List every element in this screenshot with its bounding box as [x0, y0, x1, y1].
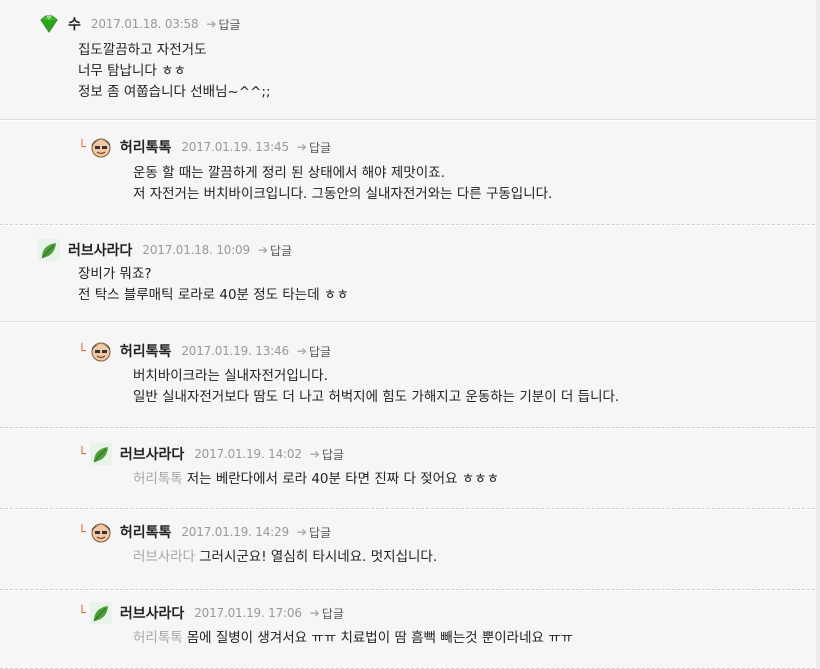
comment-list: 수 2017.01.18. 03:58 ➔ 답글 집도깔끔하고 자전거도 너무 탐…: [0, 0, 820, 669]
comment-author[interactable]: 러브사라다: [120, 444, 184, 464]
comment-body: 버치바이크라는 실내자전거입니다. 일반 실내자전거보다 땀도 더 나고 허벅지…: [133, 366, 619, 408]
gem-avatar-icon: [40, 15, 58, 33]
comment-text: 버치바이크라는 실내자전거입니다.: [133, 368, 328, 384]
comment-text: 전 탁스 블루매틱 로라로 40분 정도 타는데 ㅎㅎ: [78, 287, 349, 303]
reply-button[interactable]: ➔ 답글: [206, 16, 240, 33]
comment-body: 집도깔끔하고 자전거도 너무 탐납니다 ㅎㅎ 정보 좀 여쭙습니다 선배님~^^…: [78, 40, 271, 103]
reply-label: 답글: [308, 525, 332, 540]
arrow-icon: ➔: [296, 525, 307, 539]
mention-link[interactable]: 허리톡톡: [133, 471, 183, 487]
leaf-avatar-icon: [89, 602, 112, 624]
comment-timestamp: 2017.01.19. 14:29: [181, 525, 289, 539]
arrow-icon: ➔: [257, 243, 268, 257]
comment-body: 허리톡톡 저는 베란다에서 로라 40분 타면 진짜 다 젖어요 ㅎㅎㅎ: [133, 469, 499, 490]
comment-text: 허리톡톡 저는 베란다에서 로라 40분 타면 진짜 다 젖어요 ㅎㅎㅎ: [133, 469, 499, 490]
reply-label: 답글: [321, 447, 344, 462]
arrow-icon: ➔: [206, 17, 217, 31]
reply-label: 답글: [270, 243, 293, 258]
comment-text: 저 자전거는 버치바이크입니다. 그동안의 실내자전거와는 다른 구동입니다.: [133, 186, 553, 202]
reply-item: └ 허리톡톡 2017.01.19. 14:29 ➔ 답글 러브사라다 그러시군요!…: [0, 510, 820, 590]
mention-link[interactable]: 러브사라다: [133, 549, 195, 565]
comment-item: 수 2017.01.18. 03:58 ➔ 답글 집도깔끔하고 자전거도 너무 탐…: [0, 0, 820, 120]
reply-corner-icon: └: [78, 524, 86, 540]
reply-item: └ 러브사라다 2017.01.19. 17:06 ➔ 답글 허리톡톡 몸에 질병이…: [0, 591, 820, 669]
comment-text: 일반 실내자전거보다 땀도 더 나고 허벅지에 힘도 가해지고 운동하는 기분이…: [133, 389, 620, 405]
reply-label: 답글: [308, 140, 332, 155]
comment-author[interactable]: 러브사라다: [120, 603, 184, 623]
comment-text: 러브사라다 그러시군요! 열심히 타시네요. 멋지십니다.: [133, 547, 437, 568]
arrow-icon: ➔: [296, 140, 307, 154]
reply-corner-icon: └: [78, 605, 86, 621]
comment-timestamp: 2017.01.19. 13:45: [181, 140, 289, 154]
comment-body: 장비가 뭐죠? 전 탁스 블루매틱 로라로 40분 정도 타는데 ㅎㅎ: [78, 264, 349, 306]
mention-link[interactable]: 허리톡톡: [133, 630, 183, 646]
comment-text-content: 그러시군요! 열심히 타시네요. 멋지십니다.: [199, 549, 438, 565]
comment-text: 장비가 뭐죠?: [78, 266, 152, 282]
comment-text: 정보 좀 여쭙습니다 선배님~^^;;: [78, 84, 271, 100]
reply-item: └ 러브사라다 2017.01.19. 14:02 ➔ 답글 허리톡톡 저는 베란다…: [0, 429, 820, 509]
scrollbar[interactable]: [816, 0, 820, 669]
reply-item: └ 허리톡톡 2017.01.19. 13:45 ➔ 답글 운동 할 때는 깔끔하…: [0, 121, 820, 225]
face-avatar-icon: [91, 342, 111, 362]
comment-timestamp: 2017.01.18. 10:09: [142, 243, 250, 257]
arrow-icon: ➔: [309, 447, 320, 461]
reply-button[interactable]: ➔ 답글: [297, 524, 331, 541]
reply-button[interactable]: ➔ 답글: [297, 343, 331, 360]
comment-text: 너무 탐납니다 ㅎㅎ: [78, 63, 186, 79]
reply-button[interactable]: ➔ 답글: [258, 242, 292, 259]
comment-timestamp: 2017.01.19. 17:06: [194, 606, 302, 620]
reply-label: 답글: [218, 17, 241, 32]
face-avatar-icon: [91, 523, 111, 543]
reply-corner-icon: └: [78, 446, 86, 462]
comment-timestamp: 2017.01.18. 03:58: [90, 17, 199, 31]
arrow-icon: ➔: [296, 344, 307, 358]
comment-body: 운동 할 때는 깔끔하게 정리 된 상태에서 해야 제맛이죠. 저 자전거는 버…: [133, 163, 552, 205]
comment-text-content: 저는 베란다에서 로라 40분 타면 진짜 다 젖어요 ㅎㅎㅎ: [186, 471, 500, 487]
reply-item: └ 허리톡톡 2017.01.19. 13:46 ➔ 답글 버치바이크라는 실내자…: [0, 323, 820, 428]
reply-label: 답글: [308, 344, 332, 359]
comment-body: 러브사라다 그러시군요! 열심히 타시네요. 멋지십니다.: [133, 547, 437, 568]
comment-timestamp: 2017.01.19. 14:02: [194, 447, 302, 461]
comment-body: 허리톡톡 몸에 질병이 생겨서요 ㅠㅠ 치료법이 땀 흠뻑 빼는것 뿐이라네요 ㅠ…: [133, 628, 573, 649]
face-avatar-icon: [91, 138, 111, 158]
reply-corner-icon: └: [78, 343, 86, 359]
comment-author[interactable]: 허리톡톡: [120, 137, 172, 157]
reply-button[interactable]: ➔ 답글: [310, 605, 344, 622]
leaf-avatar-icon: [89, 443, 112, 465]
reply-button[interactable]: ➔ 답글: [297, 139, 331, 156]
comment-text: 운동 할 때는 깔끔하게 정리 된 상태에서 해야 제맛이죠.: [133, 165, 445, 181]
comment-author[interactable]: 허리톡톡: [120, 341, 172, 361]
reply-corner-icon: └: [78, 139, 86, 155]
leaf-avatar-icon: [38, 239, 60, 261]
comment-item: 러브사라다 2017.01.18. 10:09 ➔ 답글 장비가 뭐죠? 전 탁스…: [0, 226, 820, 322]
reply-button[interactable]: ➔ 답글: [310, 446, 344, 463]
comment-author[interactable]: 허리톡톡: [120, 522, 172, 542]
comment-text: 집도깔끔하고 자전거도: [78, 42, 207, 58]
comment-author[interactable]: 수: [68, 14, 81, 34]
comment-text: 허리톡톡 몸에 질병이 생겨서요 ㅠㅠ 치료법이 땀 흠뻑 빼는것 뿐이라네요 ㅠ…: [133, 628, 573, 649]
reply-label: 답글: [321, 606, 344, 621]
comment-timestamp: 2017.01.19. 13:46: [181, 344, 289, 358]
comment-author[interactable]: 러브사라다: [68, 240, 132, 260]
arrow-icon: ➔: [309, 606, 320, 620]
comment-text-content: 몸에 질병이 생겨서요 ㅠㅠ 치료법이 땀 흠뻑 빼는것 뿐이라네요 ㅠㅠ: [186, 630, 574, 646]
